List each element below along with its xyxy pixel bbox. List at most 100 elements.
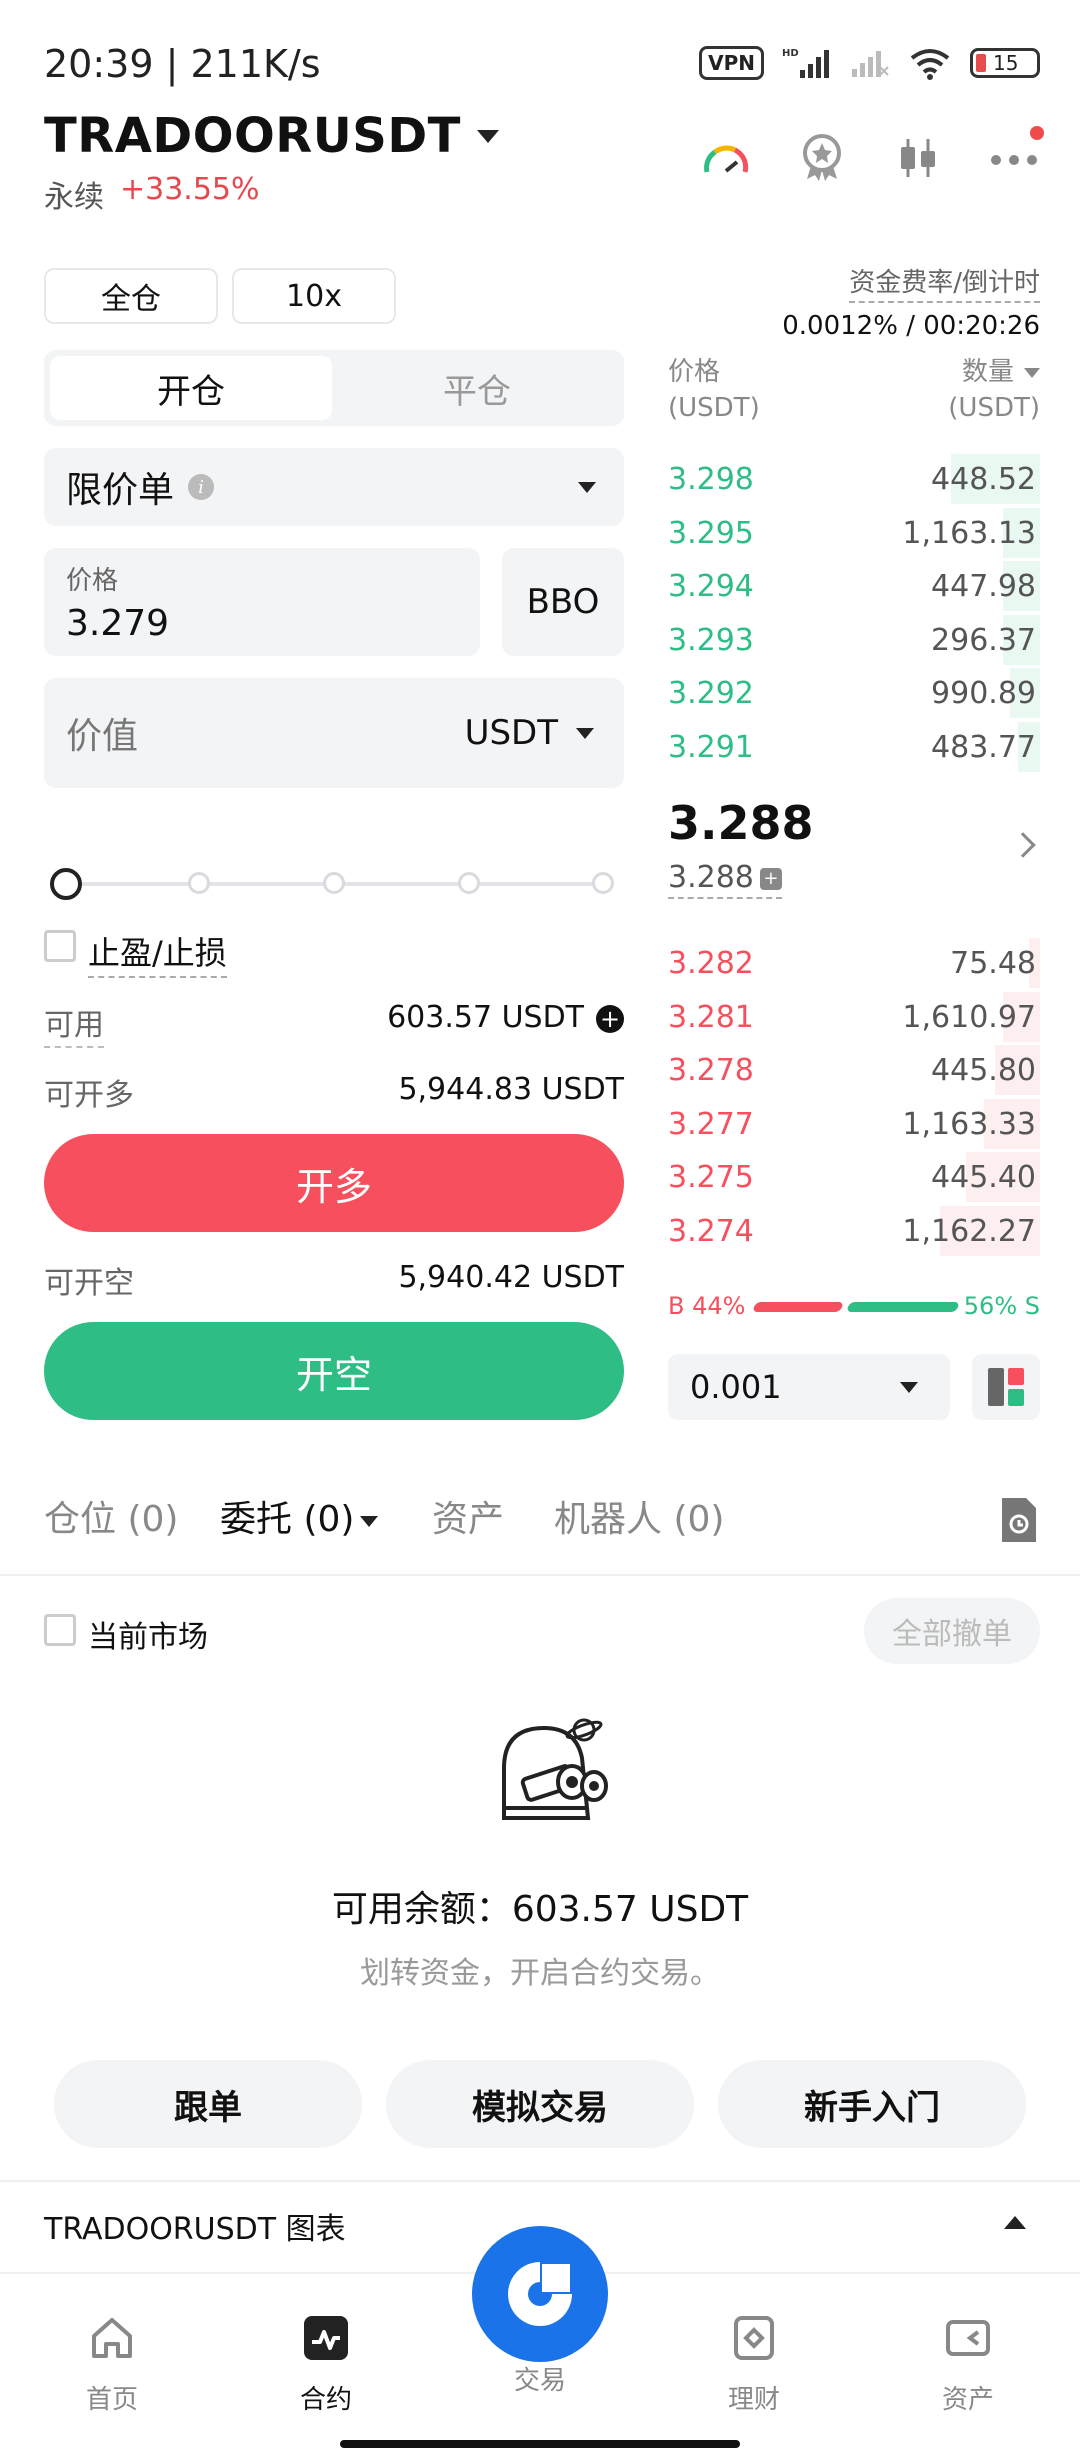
current-market-label[interactable]: 当前市场 — [88, 1612, 208, 1656]
order-history-icon[interactable] — [998, 1496, 1040, 1544]
ask-row[interactable]: 3.291 483.77 — [668, 721, 1040, 772]
value-input[interactable]: 价值 USDT — [44, 678, 624, 788]
bid-price: 3.277 — [668, 1106, 754, 1142]
tpsl-label[interactable]: 止盈/止损 — [88, 928, 227, 978]
ask-row[interactable]: 3.295 1,163.13 — [668, 507, 1040, 558]
binoculars-illustration-icon — [502, 1718, 608, 1820]
positions-tabs: 仓位 (0) 委托 (0) 资产 机器人 (0) — [44, 1490, 1040, 1550]
tab-open-position[interactable]: 开仓 — [50, 356, 332, 420]
nav-home[interactable]: 首页 — [52, 2314, 172, 2416]
notification-dot — [1030, 126, 1044, 140]
sentiment-gauge-icon[interactable] — [700, 132, 752, 184]
price-value[interactable]: 3.279 — [66, 603, 458, 644]
slider-step-75[interactable] — [458, 872, 480, 894]
last-price[interactable]: 3.288 — [668, 796, 814, 850]
ask-qty: 447.98 — [931, 569, 1036, 604]
battery-level: 15 — [993, 51, 1019, 75]
nav-assets[interactable]: 资产 — [908, 2314, 1028, 2416]
price-step-value: 0.001 — [690, 1368, 782, 1406]
pair-subline: 永续 +33.55% — [44, 172, 499, 216]
ask-row[interactable]: 3.294 447.98 — [668, 561, 1040, 611]
slider-step-25[interactable] — [188, 872, 210, 894]
beginner-guide-button[interactable]: 新手入门 — [718, 2060, 1026, 2148]
bid-qty: 445.40 — [931, 1160, 1036, 1195]
funding-rate[interactable]: 资金费率/倒计时 0.0012% / 00:20:26 — [782, 262, 1040, 341]
qty-header-unit: (USDT) — [948, 393, 1040, 423]
slider-step-50[interactable] — [323, 872, 345, 894]
bid-row[interactable]: 3.278 445.80 — [668, 1045, 1040, 1095]
ask-row[interactable]: 3.293 296.37 — [668, 614, 1040, 665]
leverage-button[interactable]: 10x — [232, 268, 396, 324]
bid-row[interactable]: 3.277 1,163.33 — [668, 1098, 1040, 1149]
bbo-button[interactable]: BBO — [502, 548, 624, 656]
tab-close-position[interactable]: 平仓 — [336, 356, 618, 420]
mark-price[interactable]: 3.288 + — [668, 860, 782, 899]
info-icon[interactable]: i — [188, 474, 215, 500]
nav-trade-label[interactable]: 交易 — [480, 2360, 600, 2397]
wallet-icon — [946, 2320, 990, 2356]
pair-title: TRADOORUSDT — [44, 108, 461, 164]
wifi-icon — [910, 49, 950, 80]
slider-handle[interactable] — [50, 868, 82, 900]
value-unit-select[interactable]: USDT — [465, 713, 558, 753]
current-market-checkbox[interactable] — [44, 1614, 76, 1646]
nav-earn[interactable]: 理财 — [694, 2314, 814, 2416]
bid-row[interactable]: 3.281 1,610.97 — [668, 991, 1040, 1042]
ask-row[interactable]: 3.298 448.52 — [668, 454, 1040, 504]
open-close-segment: 开仓 平仓 — [44, 350, 624, 426]
available-balance: 可用余额：603.57 USDT — [331, 1889, 749, 1930]
demo-trade-button[interactable]: 模拟交易 — [386, 2060, 694, 2148]
bid-price: 3.281 — [668, 999, 754, 1035]
perpetual-label: 永续 — [44, 180, 104, 215]
chart-panel-label: TRADOORUSDT 图表 — [44, 2212, 346, 2247]
signal-hd-icon: HD — [782, 48, 829, 78]
price-header-unit: (USDT) — [668, 393, 760, 423]
ask-qty: 990.89 — [931, 676, 1036, 711]
margin-mode-button[interactable]: 全仓 — [44, 268, 218, 324]
available-label: 可用 — [44, 1000, 104, 1048]
nav-futures-label: 合约 — [299, 2385, 352, 2415]
status-time: 20:39 | 211K/s — [44, 42, 321, 86]
sell-ratio: 56% S — [963, 1292, 1040, 1320]
tab-positions[interactable]: 仓位 (0) — [44, 1490, 178, 1542]
nav-futures[interactable]: 合约 — [266, 2314, 386, 2416]
more-menu-icon[interactable] — [988, 126, 1044, 184]
award-badge-icon[interactable] — [796, 132, 848, 184]
ask-price: 3.291 — [668, 729, 754, 765]
orderbook-qty-header[interactable]: 数量 (USDT) — [948, 354, 1040, 426]
open-long-button[interactable]: 开多 — [44, 1134, 624, 1232]
trade-fab-button[interactable] — [472, 2226, 608, 2362]
tab-assets[interactable]: 资产 — [432, 1490, 504, 1542]
candlestick-chart-icon[interactable] — [892, 132, 944, 184]
tab-bots[interactable]: 机器人 (0) — [554, 1490, 724, 1542]
buy-ratio-bar — [752, 1302, 844, 1312]
open-short-button[interactable]: 开空 — [44, 1322, 624, 1420]
copy-trade-button[interactable]: 跟单 — [54, 2060, 362, 2148]
qty-header-label: 数量 — [961, 357, 1014, 387]
available-value: 603.57 USDT — [387, 1000, 584, 1035]
bid-row[interactable]: 3.282 75.48 — [668, 938, 1040, 988]
market-header[interactable]: TRADOORUSDT 永续 +33.55% — [44, 108, 499, 216]
ask-price: 3.295 — [668, 515, 754, 551]
amount-slider[interactable] — [50, 868, 614, 900]
transfer-tip: 划转资金，开启合约交易。 — [360, 1956, 720, 1991]
pair-selector[interactable]: TRADOORUSDT — [44, 108, 499, 164]
bid-price: 3.278 — [668, 1053, 754, 1088]
ask-row[interactable]: 3.292 990.89 — [668, 668, 1040, 718]
price-input[interactable]: 价格 3.279 — [44, 548, 480, 656]
order-type-select[interactable]: 限价单 i — [44, 448, 624, 526]
bid-row[interactable]: 3.275 445.40 — [668, 1152, 1040, 1202]
tab-orders[interactable]: 委托 (0) — [220, 1490, 379, 1542]
cancel-all-button[interactable]: 全部撤单 — [864, 1598, 1040, 1664]
chevron-right-icon[interactable] — [1010, 832, 1036, 858]
nav-assets-label: 资产 — [941, 2385, 994, 2415]
tpsl-checkbox[interactable] — [44, 930, 76, 962]
chevron-down-icon — [576, 728, 594, 739]
slider-step-100[interactable] — [592, 872, 614, 894]
price-step-select[interactable]: 0.001 — [668, 1354, 950, 1420]
orderbook-layout-button[interactable] — [972, 1354, 1040, 1420]
nav-earn-label: 理财 — [727, 2385, 780, 2415]
add-funds-icon[interactable]: + — [596, 1004, 624, 1033]
bid-row[interactable]: 3.274 1,162.27 — [668, 1205, 1040, 1256]
ask-qty: 1,163.13 — [902, 515, 1036, 551]
